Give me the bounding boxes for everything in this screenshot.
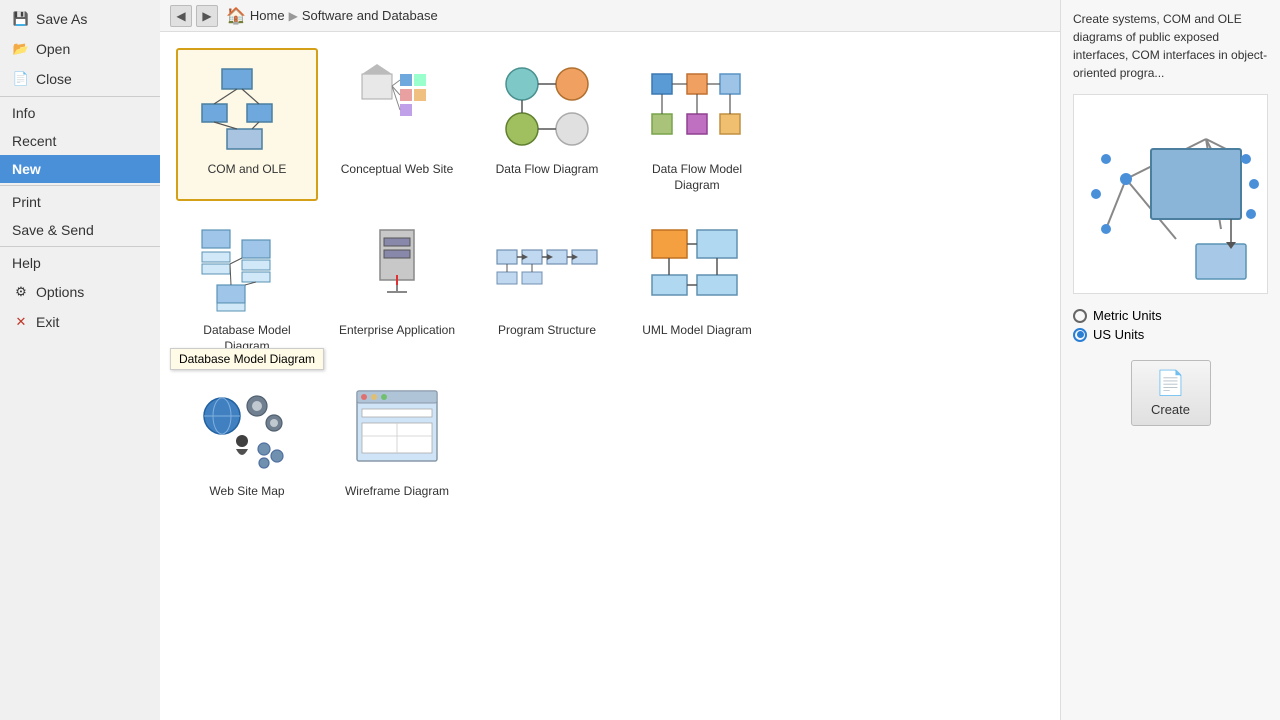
thumb-data-flow-diagram bbox=[487, 56, 607, 156]
main-content: ◀ ▶ 🏠 Home ▶ Software and Database bbox=[160, 0, 1060, 720]
breadcrumb-home[interactable]: Home bbox=[250, 8, 285, 23]
sidebar-item-help[interactable]: Help bbox=[0, 249, 160, 277]
save-as-icon: 💾 bbox=[12, 10, 30, 28]
diagram-card-wireframe-diagram[interactable]: Wireframe Diagram bbox=[326, 370, 468, 508]
diagram-card-enterprise-application[interactable]: Enterprise Application bbox=[326, 209, 468, 362]
diagram-card-program-structure[interactable]: Program Structure bbox=[476, 209, 618, 362]
diagram-card-data-flow-model-diagram[interactable]: Data Flow Model Diagram bbox=[626, 48, 768, 201]
sidebar-item-close[interactable]: 📄 Close bbox=[0, 64, 160, 94]
sidebar-item-info[interactable]: Info bbox=[0, 99, 160, 127]
sidebar-item-open[interactable]: 📂 Open bbox=[0, 34, 160, 64]
diagram-card-database-model-diagram[interactable]: Database Model Diagram Database Model Di… bbox=[176, 209, 318, 362]
grid-row-1: COM and OLE bbox=[176, 48, 1044, 201]
label-database-model-diagram: Database Model Diagram bbox=[184, 323, 310, 354]
diagram-grid: COM and OLE bbox=[160, 32, 1060, 720]
us-radio[interactable] bbox=[1073, 328, 1087, 342]
divider-2 bbox=[0, 185, 160, 186]
sidebar-item-options[interactable]: ⚙ Options bbox=[0, 277, 160, 307]
divider-1 bbox=[0, 96, 160, 97]
thumb-uml-model-diagram bbox=[637, 217, 757, 317]
thumb-conceptual-web-site bbox=[337, 56, 457, 156]
sidebar-item-save-send[interactable]: Save & Send bbox=[0, 216, 160, 244]
diagram-card-web-site-map[interactable]: Web Site Map bbox=[176, 370, 318, 508]
back-button[interactable]: ◀ bbox=[170, 5, 192, 27]
label-com-ole: COM and OLE bbox=[208, 162, 287, 178]
us-units-option[interactable]: US Units bbox=[1073, 327, 1268, 342]
options-icon: ⚙ bbox=[12, 283, 30, 301]
grid-row-2: Database Model Diagram Database Model Di… bbox=[176, 209, 1044, 362]
diagram-card-com-ole[interactable]: COM and OLE bbox=[176, 48, 318, 201]
units-section: Metric Units US Units bbox=[1073, 308, 1268, 346]
forward-button[interactable]: ▶ bbox=[196, 5, 218, 27]
right-panel: Create systems, COM and OLE diagrams of … bbox=[1060, 0, 1280, 720]
us-radio-dot bbox=[1077, 331, 1084, 338]
us-units-label: US Units bbox=[1093, 327, 1144, 342]
label-web-site-map: Web Site Map bbox=[209, 484, 284, 500]
label-enterprise-application: Enterprise Application bbox=[339, 323, 455, 339]
label-conceptual-web-site: Conceptual Web Site bbox=[341, 162, 454, 178]
preview-image bbox=[1073, 94, 1268, 294]
label-data-flow-model-diagram: Data Flow Model Diagram bbox=[634, 162, 760, 193]
thumb-program-structure bbox=[487, 217, 607, 317]
create-icon: 📄 bbox=[1156, 369, 1186, 398]
metric-units-option[interactable]: Metric Units bbox=[1073, 308, 1268, 323]
exit-icon: ✕ bbox=[12, 313, 30, 331]
label-data-flow-diagram: Data Flow Diagram bbox=[496, 162, 599, 178]
diagram-card-conceptual-web-site[interactable]: Conceptual Web Site bbox=[326, 48, 468, 201]
grid-row-3: Web Site Map bbox=[176, 370, 1044, 508]
label-program-structure: Program Structure bbox=[498, 323, 596, 339]
diagram-card-data-flow-diagram[interactable]: Data Flow Diagram bbox=[476, 48, 618, 201]
breadcrumb-current: Software and Database bbox=[302, 8, 438, 23]
breadcrumb-separator: ▶ bbox=[289, 9, 298, 23]
create-button[interactable]: 📄 Create bbox=[1131, 360, 1211, 426]
thumb-enterprise-application bbox=[337, 217, 457, 317]
sidebar-item-print[interactable]: Print bbox=[0, 188, 160, 216]
label-wireframe-diagram: Wireframe Diagram bbox=[345, 484, 449, 500]
create-label: Create bbox=[1151, 402, 1190, 417]
thumb-database-model-diagram bbox=[187, 217, 307, 317]
sidebar-item-exit[interactable]: ✕ Exit bbox=[0, 307, 160, 337]
preview-description: Create systems, COM and OLE diagrams of … bbox=[1073, 10, 1268, 82]
breadcrumb-bar: ◀ ▶ 🏠 Home ▶ Software and Database bbox=[160, 0, 1060, 32]
label-uml-model-diagram: UML Model Diagram bbox=[642, 323, 752, 339]
sidebar: 💾 Save As 📂 Open 📄 Close Info Recent New… bbox=[0, 0, 160, 720]
close-icon: 📄 bbox=[12, 70, 30, 88]
metric-radio[interactable] bbox=[1073, 309, 1087, 323]
sidebar-item-save-as[interactable]: 💾 Save As bbox=[0, 4, 160, 34]
thumb-web-site-map bbox=[187, 378, 307, 478]
divider-3 bbox=[0, 246, 160, 247]
sidebar-item-new[interactable]: New bbox=[0, 155, 160, 183]
home-icon: 🏠 bbox=[226, 6, 246, 26]
sidebar-item-recent[interactable]: Recent bbox=[0, 127, 160, 155]
thumb-data-flow-model-diagram bbox=[637, 56, 757, 156]
thumb-com-ole bbox=[187, 56, 307, 156]
metric-units-label: Metric Units bbox=[1093, 308, 1162, 323]
thumb-wireframe-diagram bbox=[337, 378, 457, 478]
open-icon: 📂 bbox=[12, 40, 30, 58]
diagram-card-uml-model-diagram[interactable]: UML Model Diagram bbox=[626, 209, 768, 362]
